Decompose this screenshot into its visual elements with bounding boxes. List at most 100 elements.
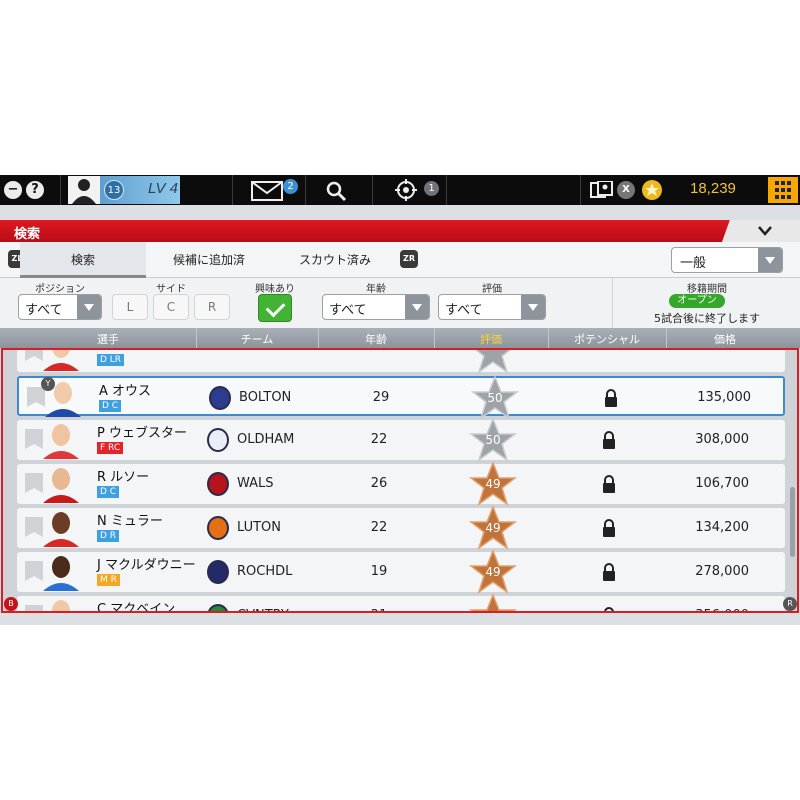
player-age: 19	[370, 564, 388, 579]
player-portrait	[43, 509, 79, 547]
team-crest-icon	[209, 386, 231, 410]
table-row[interactable]: A オウス D C BOLTON 29 50 135,000 Y	[17, 374, 785, 420]
rating-value: 50	[487, 391, 503, 405]
minus-button[interactable]: −	[4, 181, 22, 199]
r-button[interactable]: R	[783, 597, 797, 611]
player-price: 308,000	[695, 432, 749, 447]
player-age: 21	[362, 608, 396, 611]
shortlist-icon[interactable]	[27, 387, 45, 407]
player-portrait	[43, 421, 79, 459]
header-player[interactable]: 選手	[20, 331, 196, 347]
divider	[580, 175, 581, 205]
mail-icon[interactable]	[251, 181, 283, 205]
side-right-button[interactable]: R	[194, 294, 230, 320]
player-price: 278,000	[695, 564, 749, 579]
divider	[60, 175, 61, 205]
player-position-badge: D R	[97, 530, 120, 542]
team-crest-icon	[207, 560, 229, 584]
rating-value: すべて	[445, 303, 483, 318]
mail-count-badge: 2	[283, 179, 298, 194]
table-row[interactable]: C マクベインM RCVNTRY2149356,000	[17, 592, 785, 611]
y-button[interactable]: Y	[41, 377, 55, 391]
side-left-button[interactable]: L	[112, 294, 148, 320]
silver-rating-star-icon: 50	[468, 416, 518, 463]
scrollbar[interactable]	[790, 487, 795, 557]
transfer-status-badge: オープン	[669, 294, 725, 308]
player-price: 134,200	[695, 520, 749, 535]
bronze-rating-star-icon: 49	[468, 504, 518, 551]
target-icon[interactable]	[395, 179, 417, 205]
player-portrait	[43, 553, 79, 591]
silver-rating-star-icon: 50	[470, 374, 520, 421]
age-dropdown[interactable]: すべて	[322, 294, 430, 320]
collapse-button[interactable]	[722, 220, 800, 242]
view-mode-dropdown[interactable]: 一般	[671, 247, 783, 273]
coin-balance: 18,239	[690, 180, 736, 197]
tab-search[interactable]: 検索	[20, 242, 146, 278]
team-crest-icon	[207, 472, 229, 496]
shortlist-icon[interactable]	[25, 429, 43, 449]
search-screen: − ? 13 LV 4 2 1 X 18,239 検索 ZL 検索 候補に追加済…	[0, 175, 800, 625]
header-age[interactable]: 年齢	[318, 331, 434, 347]
shortlist-icon[interactable]	[25, 561, 43, 581]
side-center-button[interactable]: C	[153, 294, 189, 320]
manager-avatar-icon[interactable]	[68, 176, 100, 204]
position-dropdown[interactable]: すべて	[18, 294, 102, 320]
tab-shortlist[interactable]: 候補に追加済	[146, 242, 272, 278]
divider	[446, 175, 447, 205]
rating-value: 49	[485, 565, 501, 579]
help-button[interactable]: ?	[26, 181, 44, 199]
shortlist-icon[interactable]	[25, 473, 43, 493]
level-label: LV 4	[148, 180, 179, 197]
age-value: すべて	[329, 303, 367, 318]
chevron-down-icon	[521, 295, 545, 319]
player-age: 22	[370, 432, 388, 447]
menu-grid-icon[interactable]	[768, 177, 798, 203]
team-name: BOLTON	[239, 390, 292, 405]
tab-scouted[interactable]: スカウト済み	[272, 242, 398, 278]
cards-icon[interactable]	[590, 180, 614, 203]
player-position-badge: M R	[97, 574, 120, 586]
x-button[interactable]: X	[617, 181, 635, 199]
rating-value: 49	[469, 609, 517, 611]
side-label: サイド	[156, 284, 186, 295]
table-row[interactable]: P ウェブスター F RC OLDHAM 22 50 308,000	[17, 416, 785, 463]
interest-checkbox[interactable]	[258, 294, 292, 322]
shortlist-icon[interactable]	[25, 350, 43, 361]
player-list[interactable]: D LR A オウス D C BOLTON 29 50 135,000 Y P ウェブスター F …	[1, 348, 799, 613]
rating-dropdown[interactable]: すべて	[438, 294, 546, 320]
player-position-badge: F RC	[97, 442, 124, 454]
player-price: 135,000	[697, 390, 751, 405]
shortlist-icon[interactable]	[25, 517, 43, 537]
team-name: WALS	[237, 476, 274, 491]
player-name: J マクルダウニー	[97, 558, 196, 573]
title-bar: 検索	[0, 220, 800, 242]
player-price: 356,000	[657, 608, 749, 611]
header-potential[interactable]: ポテンシャル	[548, 331, 666, 347]
rating-value: 50	[485, 433, 501, 447]
table-row[interactable]: J マクルダウニー M R ROCHDL 19 49 278,000	[17, 548, 785, 594]
rating-value: 49	[485, 521, 501, 535]
search-icon[interactable]	[325, 180, 347, 206]
shortlist-icon[interactable]	[25, 605, 43, 611]
player-age: 22	[370, 520, 388, 535]
player-price: 106,700	[695, 476, 749, 491]
team-crest-icon	[207, 428, 229, 452]
player-age: 26	[370, 476, 388, 491]
player-name: R ルソー	[97, 470, 150, 485]
chevron-down-icon	[405, 295, 429, 319]
header-rating[interactable]: 評価	[434, 331, 548, 347]
table-row[interactable]: N ミュラー D R LUTON 22 49 134,200	[17, 504, 785, 551]
view-mode-value: 一般	[680, 256, 707, 271]
header-price[interactable]: 価格	[666, 331, 784, 347]
table-row[interactable]: D LR	[17, 350, 785, 374]
table-row[interactable]: R ルソー D C WALS 26 49 106,700	[17, 460, 785, 506]
rating-value: 49	[485, 477, 501, 491]
header-team[interactable]: チーム	[196, 331, 318, 347]
chevron-down-icon	[758, 226, 772, 236]
zr-button[interactable]: ZR	[400, 250, 418, 268]
team-name: ROCHDL	[237, 564, 293, 579]
level-indicator[interactable]: 13 LV 4	[100, 176, 180, 204]
b-button[interactable]: B	[4, 597, 18, 611]
player-name: P ウェブスター	[97, 426, 187, 441]
